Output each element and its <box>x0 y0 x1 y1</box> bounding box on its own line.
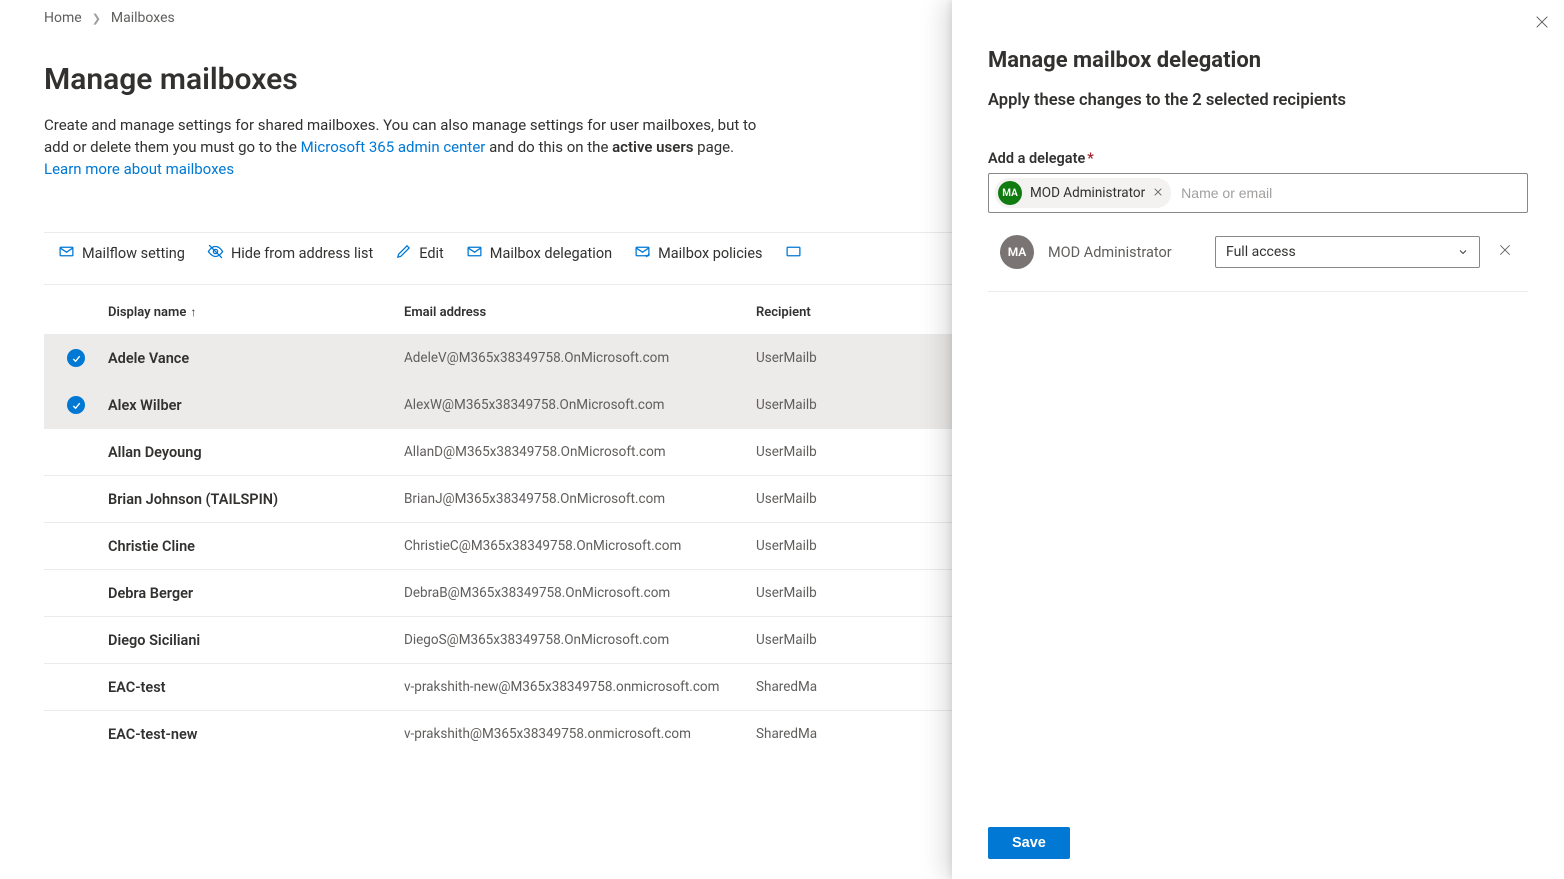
row-display-name: Brian Johnson (TAILSPIN) <box>108 491 404 508</box>
save-button[interactable]: Save <box>988 827 1070 859</box>
admin-center-link[interactable]: Microsoft 365 admin center <box>301 138 486 156</box>
delegate-picker[interactable]: MA MOD Administrator <box>988 173 1528 213</box>
more-icon <box>785 243 802 264</box>
row-display-name: Adele Vance <box>108 350 404 367</box>
sort-ascending-icon: ↑ <box>190 305 196 319</box>
delegate-permission-row: MA MOD Administrator Full access <box>988 213 1528 292</box>
row-email: BrianJ@M365x38349758.OnMicrosoft.com <box>404 491 756 507</box>
row-email: DiegoS@M365x38349758.OnMicrosoft.com <box>404 632 756 648</box>
row-display-name: Allan Deyoung <box>108 444 404 461</box>
row-selector[interactable] <box>44 396 108 414</box>
panel-subtitle: Apply these changes to the 2 selected re… <box>988 91 1528 110</box>
learn-more-link[interactable]: Learn more about mailboxes <box>44 160 234 178</box>
row-display-name: EAC-test-new <box>108 726 404 743</box>
edit-button[interactable]: Edit <box>395 243 444 264</box>
row-email: AllanD@M365x38349758.OnMicrosoft.com <box>404 444 756 460</box>
avatar: MA <box>1000 235 1034 269</box>
mailflow-icon <box>58 243 75 264</box>
page-description: Create and manage settings for shared ma… <box>44 115 764 180</box>
row-display-name: Alex Wilber <box>108 397 404 414</box>
breadcrumb-home[interactable]: Home <box>44 10 82 26</box>
close-icon <box>1498 243 1512 257</box>
checkmark-icon <box>67 396 85 414</box>
row-display-name: Christie Cline <box>108 538 404 555</box>
policies-icon <box>634 243 651 264</box>
chip-name: MOD Administrator <box>1030 185 1145 201</box>
row-email: DebraB@M365x38349758.OnMicrosoft.com <box>404 585 756 601</box>
chevron-down-icon <box>1457 246 1469 258</box>
mailbox-policies-button[interactable]: Mailbox policies <box>634 243 762 264</box>
delegate-row-name: MOD Administrator <box>1048 244 1201 261</box>
delegation-panel: Manage mailbox delegation Apply these ch… <box>952 0 1564 879</box>
delegate-chip: MA MOD Administrator <box>995 178 1171 208</box>
row-email: AdeleV@M365x38349758.OnMicrosoft.com <box>404 350 756 366</box>
close-icon <box>1153 187 1163 197</box>
row-email: v-prakshith@M365x38349758.onmicrosoft.co… <box>404 726 756 742</box>
column-display-name[interactable]: Display name↑ <box>108 305 404 320</box>
edit-icon <box>395 243 412 264</box>
row-email: ChristieC@M365x38349758.OnMicrosoft.com <box>404 538 756 554</box>
row-display-name: EAC-test <box>108 679 404 696</box>
column-email[interactable]: Email address <box>404 305 756 320</box>
row-email: v-prakshith-new@M365x38349758.onmicrosof… <box>404 679 756 695</box>
toolbar-more[interactable] <box>785 243 802 264</box>
close-icon <box>1534 14 1550 30</box>
row-selector[interactable] <box>44 349 108 367</box>
row-display-name: Debra Berger <box>108 585 404 602</box>
checkmark-icon <box>67 349 85 367</box>
delegate-search-input[interactable] <box>1179 184 1521 202</box>
mailbox-delegation-button[interactable]: Mailbox delegation <box>466 243 612 264</box>
remove-delegate-button[interactable] <box>1494 239 1516 265</box>
row-display-name: Diego Siciliani <box>108 632 404 649</box>
close-panel-button[interactable] <box>1534 14 1550 35</box>
avatar: MA <box>998 181 1022 205</box>
remove-chip-button[interactable] <box>1153 186 1163 200</box>
add-delegate-label: Add a delegate* <box>988 150 1528 167</box>
panel-title: Manage mailbox delegation <box>988 48 1528 73</box>
permission-select[interactable]: Full access <box>1215 236 1480 268</box>
chevron-right-icon: ❯ <box>92 12 101 25</box>
delegation-icon <box>466 243 483 264</box>
breadcrumb-current: Mailboxes <box>111 10 175 26</box>
hide-from-list-button[interactable]: Hide from address list <box>207 243 373 264</box>
mailflow-setting-button[interactable]: Mailflow setting <box>58 243 185 264</box>
hide-icon <box>207 243 224 264</box>
row-email: AlexW@M365x38349758.OnMicrosoft.com <box>404 397 756 413</box>
